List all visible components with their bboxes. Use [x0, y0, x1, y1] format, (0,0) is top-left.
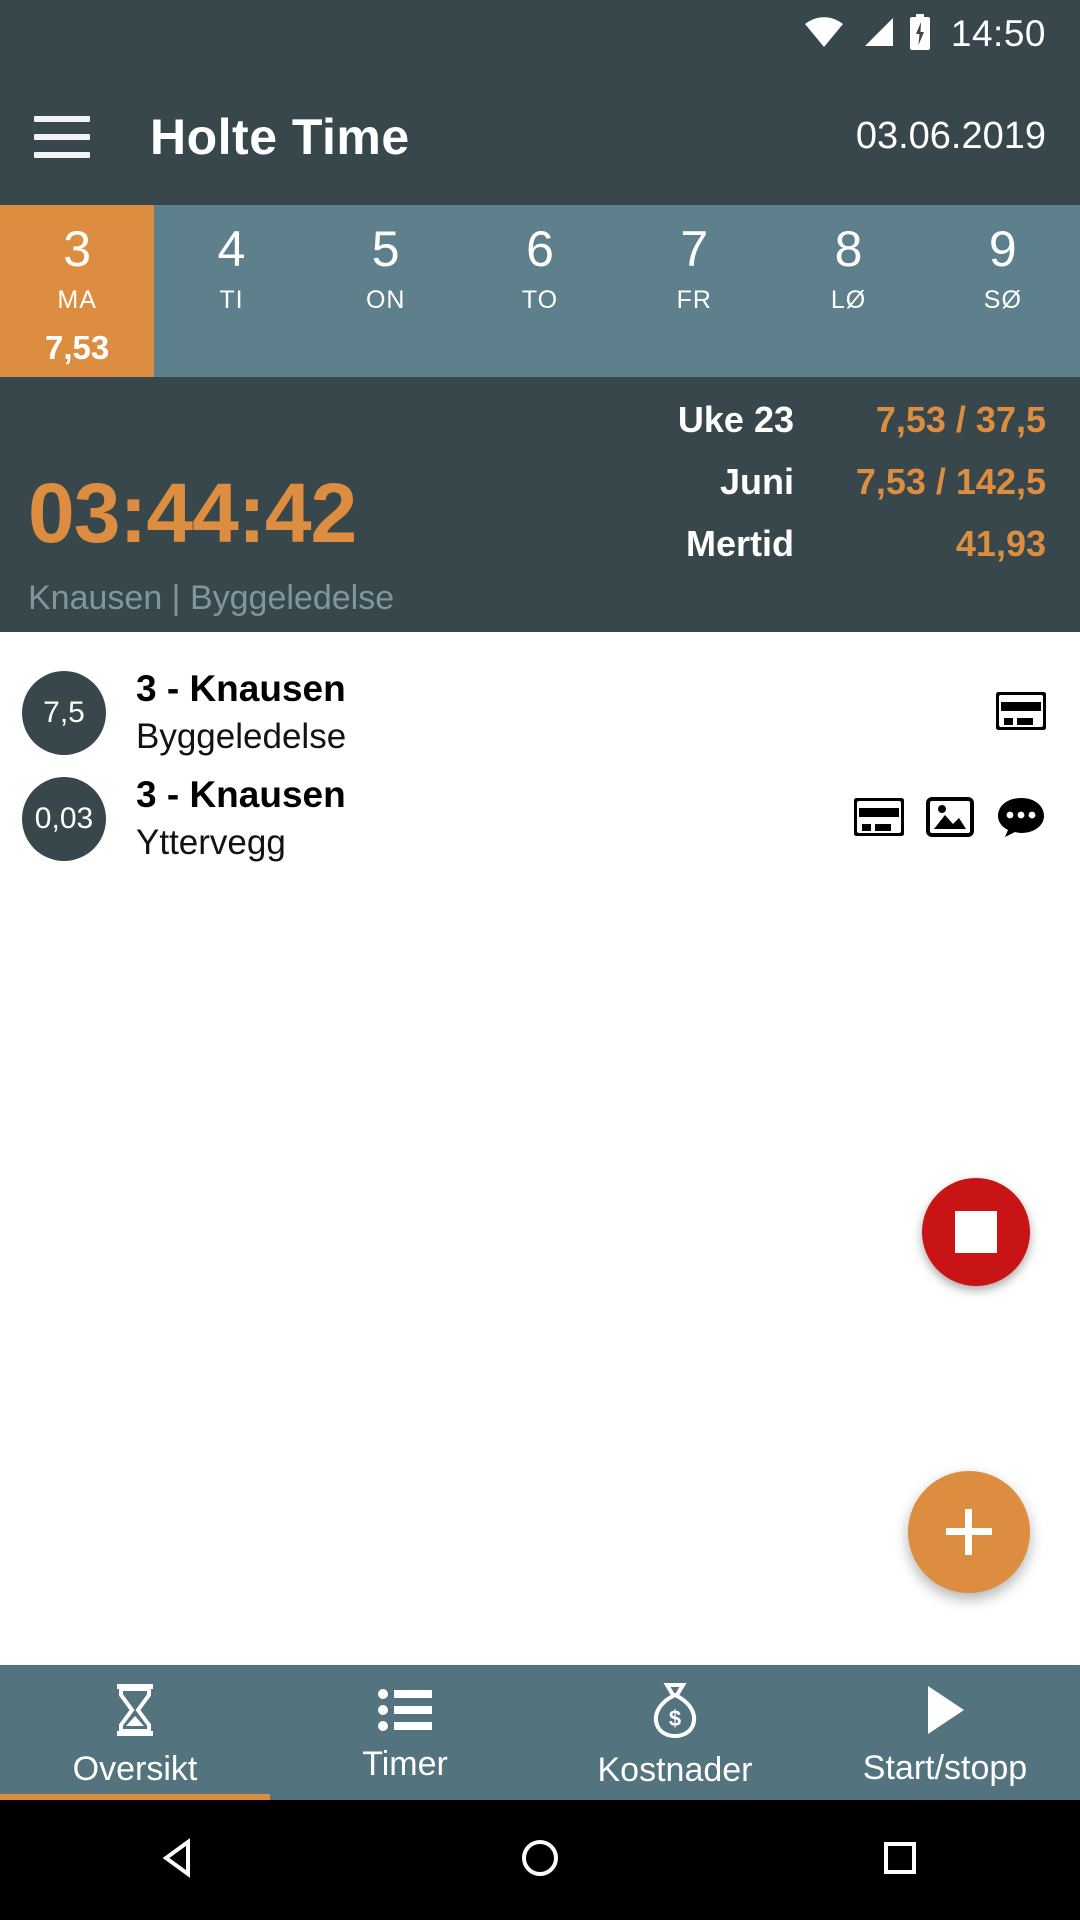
- entry-icon-group: [995, 690, 1047, 735]
- tab-label: Timer: [362, 1744, 448, 1783]
- svg-text:$: $: [669, 1706, 681, 1731]
- comment-icon[interactable]: [996, 796, 1046, 843]
- image-icon[interactable]: [926, 796, 974, 842]
- stop-timer-button[interactable]: [922, 1178, 1030, 1286]
- entry-hours-badge: 7,5: [22, 671, 106, 755]
- tab-timer[interactable]: Timer: [270, 1665, 540, 1800]
- summary-value: 7,53 / 142,5: [855, 461, 1046, 502]
- cost-card-icon[interactable]: [995, 690, 1047, 735]
- day-cell-6[interactable]: 6 TO: [463, 205, 617, 377]
- day-abbr: SØ: [983, 286, 1022, 314]
- day-abbr: ON: [365, 286, 406, 314]
- day-number: 4: [217, 221, 246, 277]
- status-bar: 14:50: [0, 0, 1080, 68]
- plus-icon: [946, 1509, 992, 1555]
- cellular-signal-icon: [859, 16, 895, 53]
- summary-row-month: Juni 7,53 / 142,5: [550, 461, 1046, 503]
- timer-panel: Uke 23 7,53 / 37,5 Juni 7,53 / 142,5 Mer…: [0, 377, 1080, 632]
- running-timer-project: Knausen | Byggeledelse: [28, 579, 395, 617]
- summary-row-overtime: Mertid 41,93: [550, 523, 1046, 565]
- day-hours: 7,53: [45, 329, 110, 366]
- status-bar-clock: 14:50: [950, 13, 1046, 54]
- entry-subtitle: Byggeledelse: [136, 717, 347, 756]
- entry-icon-group: [853, 796, 1046, 843]
- recents-square-icon[interactable]: [878, 1836, 922, 1885]
- hourglass-icon: [112, 1683, 158, 1742]
- day-abbr: MA: [57, 286, 97, 314]
- summary-value: 7,53 / 37,5: [875, 399, 1046, 440]
- entry-text: 3 - Knausen Yttervegg: [136, 772, 346, 866]
- summary-table: Uke 23 7,53 / 37,5 Juni 7,53 / 142,5 Mer…: [550, 399, 1046, 565]
- running-timer-display: 03:44:42: [28, 466, 357, 560]
- home-circle-icon[interactable]: [518, 1836, 562, 1885]
- tab-label: Kostnader: [597, 1750, 753, 1789]
- day-abbr: TI: [219, 286, 244, 314]
- entry-hours-badge: 0,03: [22, 777, 106, 861]
- play-icon: [923, 1684, 967, 1741]
- list-item[interactable]: 7,5 3 - Knausen Byggeledelse: [0, 660, 1080, 766]
- android-system-nav: [0, 1800, 1080, 1920]
- day-number: 9: [988, 221, 1017, 277]
- entry-subtitle: Yttervegg: [136, 823, 286, 862]
- day-abbr: FR: [676, 286, 712, 314]
- day-cell-4[interactable]: 4 TI: [154, 205, 308, 377]
- page-title: Holte Time: [150, 108, 410, 165]
- bottom-navigation: Oversikt Timer $ Kostnader Start/stopp: [0, 1665, 1080, 1800]
- money-bag-icon: $: [650, 1682, 700, 1743]
- summary-value: 41,93: [955, 523, 1046, 564]
- week-day-strip: 3 MA 7,53 4 TI 5 ON 6 TO 7 FR 8 LØ 9 SØ: [0, 205, 1080, 377]
- tab-start-stopp[interactable]: Start/stopp: [810, 1665, 1080, 1800]
- summary-label: Mertid: [686, 523, 794, 564]
- battery-charging-icon: [909, 13, 931, 55]
- cost-card-icon[interactable]: [853, 796, 905, 841]
- app-root: 14:50 Holte Time 03.06.2019 3 MA 7,53 4 …: [0, 0, 1080, 1920]
- entry-text: 3 - Knausen Byggeledelse: [136, 666, 346, 760]
- app-bar: Holte Time 03.06.2019: [0, 68, 1080, 205]
- entry-title: 3 - Knausen: [136, 668, 346, 709]
- hamburger-menu-icon[interactable]: [34, 115, 90, 158]
- back-triangle-icon[interactable]: [158, 1836, 202, 1885]
- day-cell-3[interactable]: 3 MA 7,53: [0, 205, 155, 377]
- summary-label: Juni: [719, 461, 794, 502]
- summary-label: Uke 23: [677, 399, 794, 440]
- stop-square-icon: [955, 1211, 997, 1253]
- add-entry-fab[interactable]: [908, 1471, 1030, 1593]
- list-item[interactable]: 0,03 3 - Knausen Yttervegg: [0, 766, 1080, 872]
- list-icon: [378, 1688, 432, 1737]
- tab-oversikt[interactable]: Oversikt: [0, 1665, 270, 1800]
- tab-label: Oversikt: [72, 1749, 198, 1788]
- current-date-label[interactable]: 03.06.2019: [856, 115, 1046, 158]
- day-number: 7: [680, 221, 709, 277]
- day-abbr: LØ: [830, 286, 867, 314]
- day-abbr: TO: [521, 286, 559, 314]
- day-number: 6: [526, 221, 554, 277]
- tab-kostnader[interactable]: $ Kostnader: [540, 1665, 810, 1800]
- day-number: 8: [834, 221, 863, 277]
- day-cell-9[interactable]: 9 SØ: [926, 205, 1080, 377]
- tab-label: Start/stopp: [862, 1748, 1028, 1787]
- day-cell-7[interactable]: 7 FR: [617, 205, 771, 377]
- day-number: 3: [63, 221, 92, 277]
- entry-list: 7,5 3 - Knausen Byggeledelse 0,03 3 - Kn…: [0, 632, 1080, 1665]
- day-cell-8[interactable]: 8 LØ: [771, 205, 925, 377]
- wifi-icon: [803, 16, 845, 53]
- entry-title: 3 - Knausen: [136, 774, 346, 815]
- summary-row-week: Uke 23 7,53 / 37,5: [550, 399, 1046, 441]
- day-cell-5[interactable]: 5 ON: [309, 205, 463, 377]
- day-number: 5: [371, 221, 400, 277]
